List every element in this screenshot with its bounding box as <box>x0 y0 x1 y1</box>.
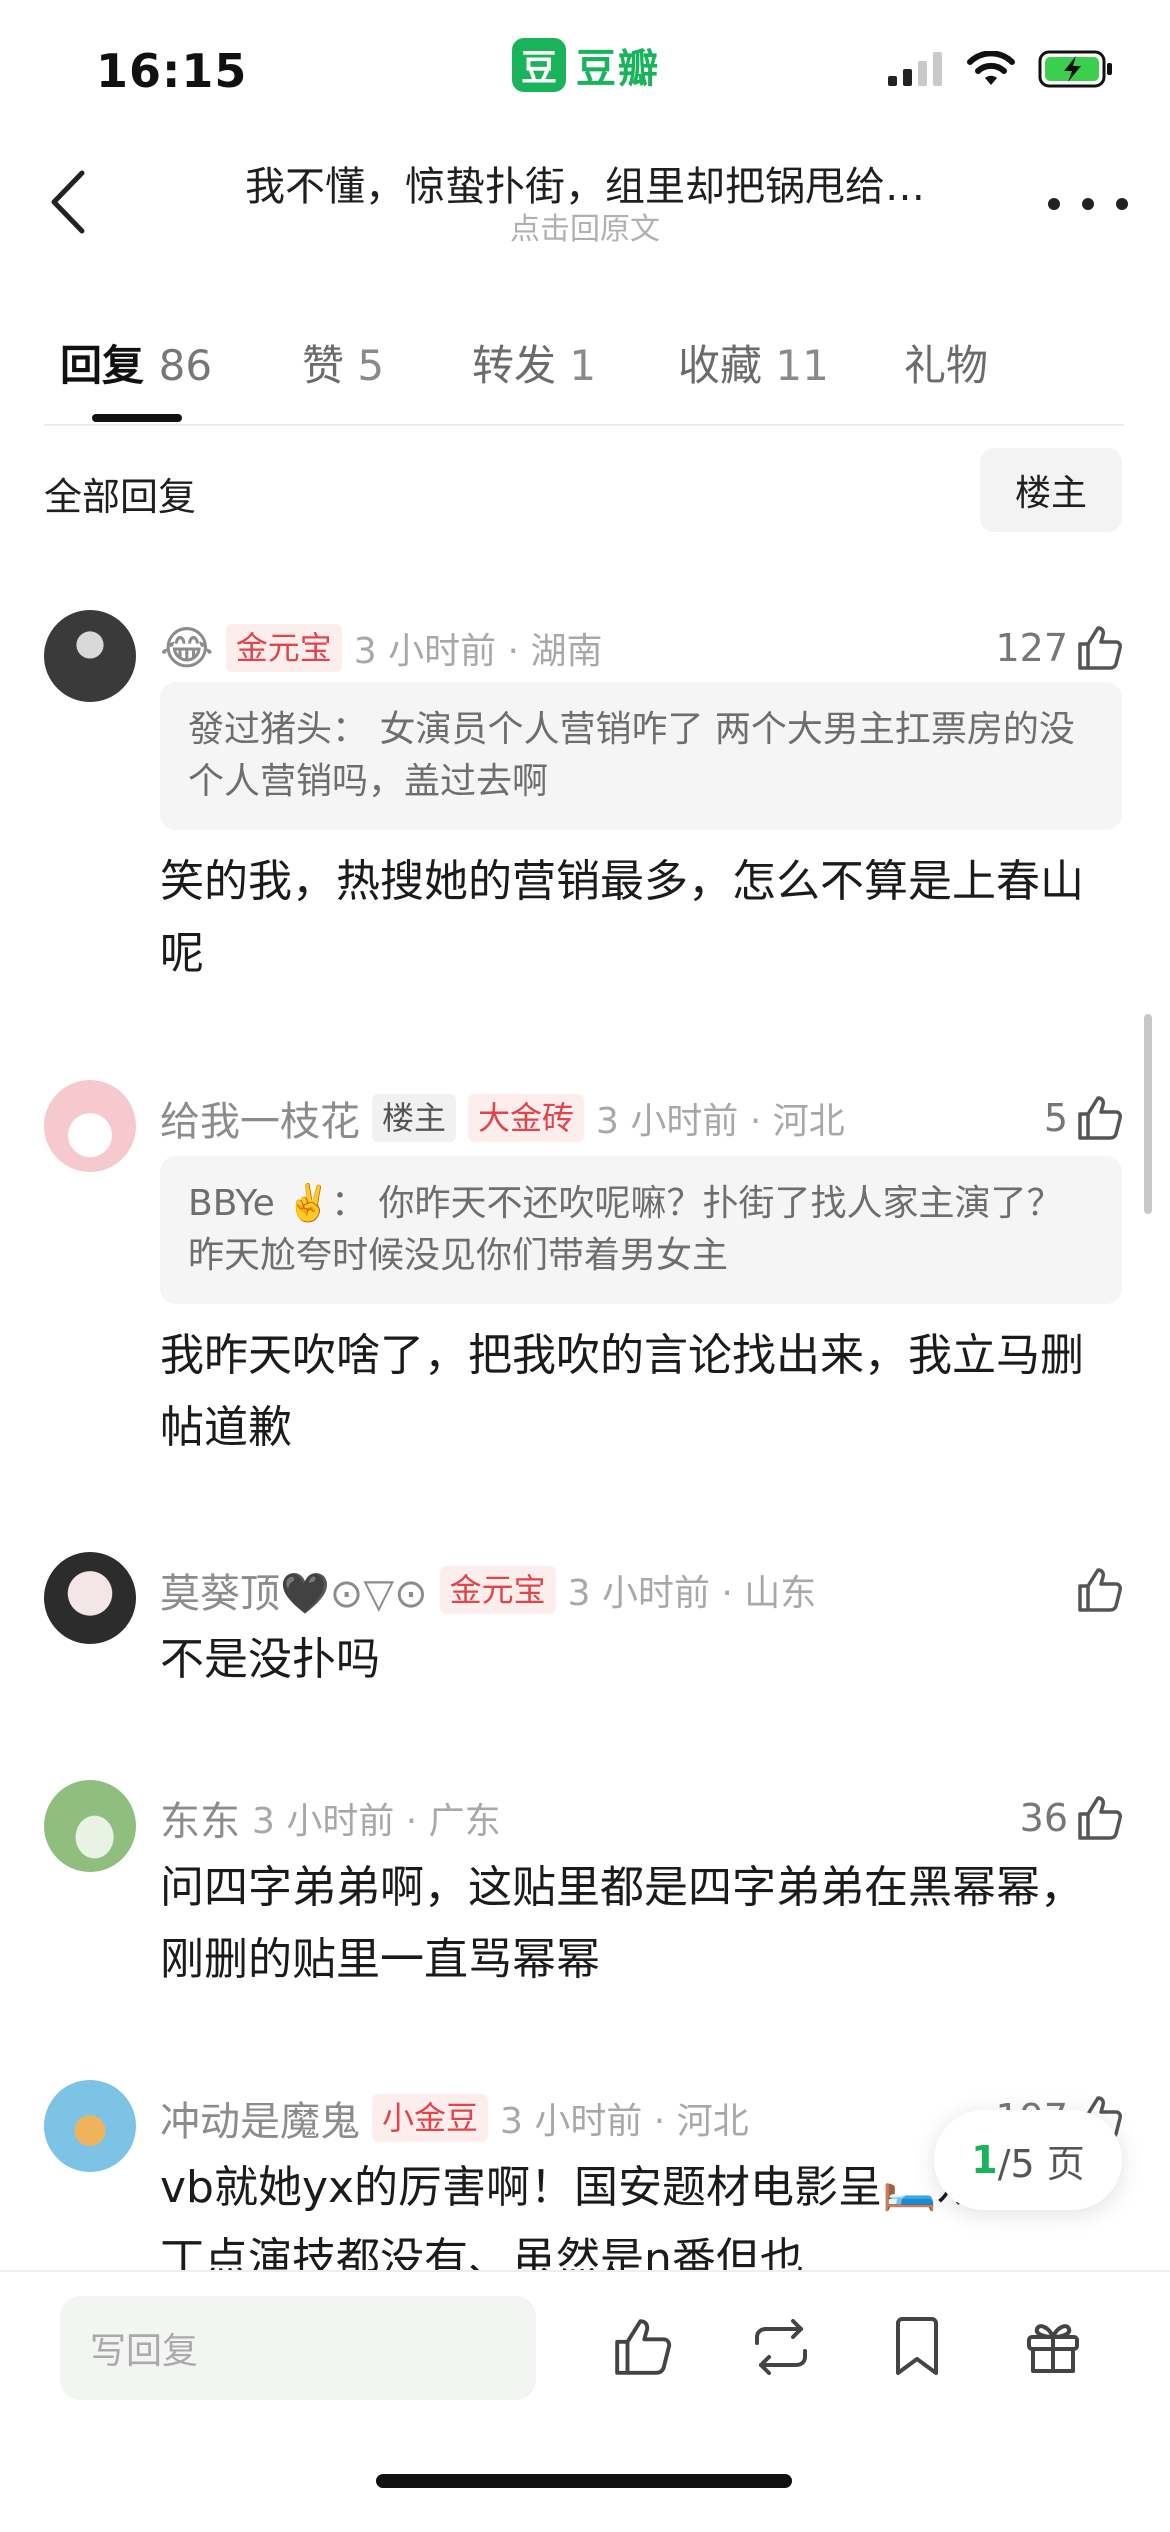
tab-reposts[interactable]: 转发 1 <box>472 332 596 393</box>
all-replies-label: 全部回复 <box>44 475 197 519</box>
quoted-reply[interactable]: BBYe ✌️： 你昨天不还吹呢嘛？扑街了找人家主演了？昨天尬夸时候没见你们带着… <box>160 1156 1122 1304</box>
scrollbar[interactable] <box>1144 1014 1152 1214</box>
cellular-signal-icon <box>888 52 942 86</box>
like-count: 5 <box>1043 1096 1068 1140</box>
comment-text: 问四字弟弟啊，这贴里都是四字弟弟在黑幂幂，刚删的贴里一直骂幂幂 <box>160 1862 1084 1985</box>
thumbs-up-icon <box>615 2319 672 2375</box>
username[interactable]: 东东 <box>160 1789 240 1847</box>
comment-meta: 东东 3 小时前 · 广东 <box>160 1788 501 1848</box>
like-button[interactable]: 5 <box>1044 1088 1124 1148</box>
tab-label: 赞 <box>302 341 345 390</box>
like-button[interactable]: 127 <box>995 618 1124 678</box>
op-badge: 楼主 <box>372 1094 457 1142</box>
home-indicator[interactable] <box>376 2474 792 2488</box>
tab-count: 1 <box>569 341 597 390</box>
avatar[interactable] <box>44 1780 136 1872</box>
status-bar: 16:15 豆 豆瓣 <box>0 0 1170 140</box>
like-post-button[interactable] <box>598 2302 688 2392</box>
status-indicators <box>888 50 1114 88</box>
tab-bar: 回复 86 赞 5 转发 1 收藏 11 礼物 <box>44 318 1124 426</box>
comment-text: 笑的我，热搜她的营销最多，怎么不算是上春山呢 <box>160 856 1084 979</box>
tab-likes[interactable]: 赞 5 <box>302 332 384 393</box>
status-time: 16:15 <box>96 44 248 98</box>
tab-count: 5 <box>357 341 385 390</box>
time-location: 3 小时前 · 山东 <box>567 1573 817 1614</box>
more-dot-icon <box>1116 198 1128 210</box>
time-location: 3 小时前 · 广东 <box>252 1801 501 1842</box>
thumbs-up-icon <box>1078 1568 1122 1612</box>
user-badge: 金元宝 <box>439 1566 556 1614</box>
comment-meta: 给我一枝花 楼主 大金砖 3 小时前 · 河北 <box>160 1088 845 1148</box>
tab-label: 回复 <box>60 341 145 390</box>
comment-item: 莫葵顶🖤⊙▽⊙ 金元宝 3 小时前 · 山东 不是没扑吗 <box>0 1552 1170 1692</box>
user-badge: 金元宝 <box>225 624 342 672</box>
avatar[interactable] <box>44 2080 136 2172</box>
like-button[interactable] <box>1068 1560 1124 1620</box>
wifi-icon <box>967 51 1015 85</box>
bookmark-icon <box>896 2317 938 2375</box>
tab-gifts[interactable]: 礼物 <box>904 332 988 393</box>
comment-text: 不是没扑吗 <box>160 1634 380 1685</box>
avatar[interactable] <box>44 1080 136 1172</box>
like-count: 127 <box>995 626 1068 670</box>
op-only-button[interactable]: 楼主 <box>980 448 1122 532</box>
tab-count: 11 <box>775 341 829 390</box>
douban-logo-icon: 豆 <box>512 38 566 92</box>
gift-button[interactable] <box>1008 2302 1098 2392</box>
total-pages: /5 页 <box>997 2141 1085 2186</box>
comment-item: 给我一枝花 楼主 大金砖 3 小时前 · 河北 5 BBYe ✌️： 你昨天不还… <box>0 1080 1170 1480</box>
bottom-action-bar: 写回复 <box>0 2270 1170 2532</box>
time-location: 3 小时前 · 湖南 <box>353 631 603 672</box>
bookmark-button[interactable] <box>872 2302 962 2392</box>
username[interactable]: 莫葵顶🖤⊙▽⊙ <box>160 1561 428 1619</box>
user-badge: 大金砖 <box>468 1094 585 1142</box>
tab-count: 86 <box>158 341 213 390</box>
more-dot-icon <box>1048 198 1060 210</box>
tab-label: 转发 <box>472 341 557 390</box>
gift-icon <box>1027 2324 1079 2373</box>
current-page: 1 <box>971 2138 998 2182</box>
brand-name: 豆瓣 <box>576 46 660 92</box>
page-indicator[interactable]: 1 /5 页 <box>934 2110 1122 2210</box>
username[interactable]: 😂 <box>160 621 214 675</box>
tab-label: 收藏 <box>678 341 763 390</box>
chevron-left-icon <box>51 170 85 234</box>
active-tab-indicator <box>92 414 182 422</box>
back-button[interactable] <box>38 162 98 242</box>
battery-charging-icon <box>1038 50 1112 88</box>
time-location: 3 小时前 · 河北 <box>500 2101 749 2142</box>
comment-text: 我昨天吹啥了，把我吹的言论找出来，我立马删帖道歉 <box>160 1330 1084 1453</box>
tab-replies[interactable]: 回复 86 <box>60 332 212 393</box>
comment-meta: 😂 金元宝 3 小时前 · 湖南 <box>160 618 602 678</box>
user-badge: 小金豆 <box>372 2094 489 2142</box>
time-location: 3 小时前 · 河北 <box>596 1101 845 1142</box>
username[interactable]: 冲动是魔鬼 <box>160 2089 360 2147</box>
more-options-button[interactable] <box>1048 184 1128 224</box>
nav-bar: 我不懂，惊蛰扑街，组里却把锅甩给… 点击回原文 <box>0 140 1170 260</box>
tab-label: 礼物 <box>904 341 989 390</box>
more-dot-icon <box>1082 198 1094 210</box>
comment-item: 东东 3 小时前 · 广东 36 问四字弟弟啊，这贴里都是四字弟弟在黑幂幂，刚删… <box>0 1780 1170 2000</box>
quoted-reply[interactable]: 發过猪头： 女演员个人营销咋了 两个大男主扛票房的没个人营销吗，盖过去啊 <box>160 682 1122 830</box>
avatar[interactable] <box>44 610 136 702</box>
back-to-original-link[interactable]: 点击回原文 <box>380 204 790 248</box>
tab-collections[interactable]: 收藏 11 <box>678 332 829 393</box>
like-button[interactable]: 36 <box>1020 1788 1124 1848</box>
thumbs-up-icon <box>1078 1796 1122 1840</box>
comment-item: 😂 金元宝 3 小时前 · 湖南 127 發过猪头： 女演员个人营销咋了 两个大… <box>0 610 1170 1010</box>
reply-input[interactable]: 写回复 <box>60 2296 536 2400</box>
repost-icon <box>755 2319 807 2375</box>
username[interactable]: 给我一枝花 <box>160 1089 360 1147</box>
thumbs-up-icon <box>1078 1096 1122 1140</box>
repost-button[interactable] <box>736 2302 826 2392</box>
thumbs-up-icon <box>1078 626 1122 670</box>
like-count: 36 <box>1019 1796 1068 1840</box>
app-brand: 豆 豆瓣 <box>512 36 660 94</box>
comment-meta: 莫葵顶🖤⊙▽⊙ 金元宝 3 小时前 · 山东 <box>160 1560 816 1620</box>
comment-meta: 冲动是魔鬼 小金豆 3 小时前 · 河北 <box>160 2088 749 2148</box>
avatar[interactable] <box>44 1552 136 1644</box>
